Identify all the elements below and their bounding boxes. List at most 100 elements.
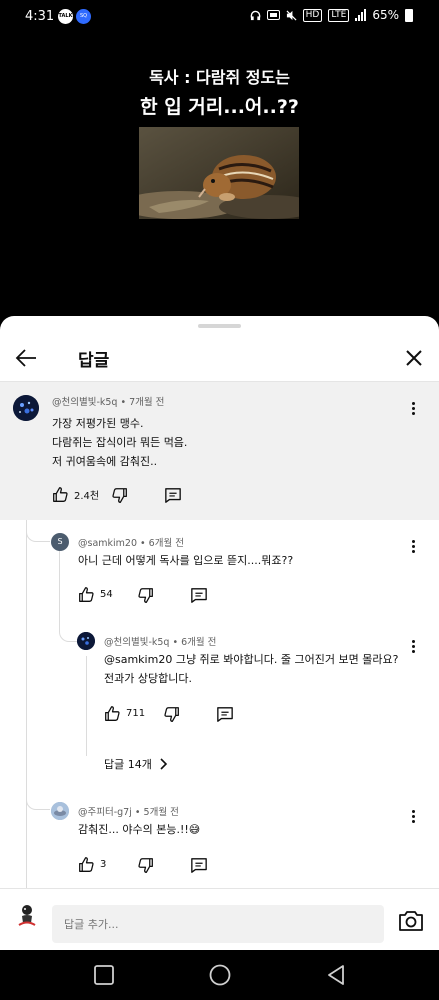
reply-button[interactable] xyxy=(190,855,208,875)
avatar[interactable] xyxy=(51,802,69,820)
comment-time: 5개월 전 xyxy=(143,807,179,818)
back-triangle-icon xyxy=(328,965,344,985)
thread-connector xyxy=(26,786,50,810)
like-count: 54 xyxy=(100,588,113,600)
user-avatar[interactable] xyxy=(14,903,40,929)
comment-icon xyxy=(165,487,181,503)
comment-line: 아니 근데 어떻게 독사를 입으로 뜯지....뭐죠?? xyxy=(78,554,294,567)
comment-text: 가장 저평가된 맹수. 다람쥐는 잡식이라 뭐든 먹음. 저 귀여움속에 감춰진… xyxy=(52,414,187,471)
avatar[interactable] xyxy=(13,395,39,421)
home-button[interactable] xyxy=(208,963,232,987)
like-button[interactable]: 3 xyxy=(78,854,106,874)
comment-time: 7개월 전 xyxy=(129,397,165,408)
reply-button[interactable] xyxy=(164,485,182,505)
wifi-calling-icon xyxy=(266,10,280,20)
close-icon xyxy=(406,350,422,366)
comment-author[interactable]: @samkim20 xyxy=(78,538,137,549)
comment-icon xyxy=(191,857,207,873)
comment-meta: @samkim20 • 6개월 전 xyxy=(78,538,184,549)
thread-connector xyxy=(59,622,77,642)
hd-voice-icon: HD xyxy=(302,8,323,22)
back-nav-button[interactable] xyxy=(324,963,348,987)
thumbs-down-icon xyxy=(138,587,153,603)
comment-author[interactable]: @천의별빛-k5q xyxy=(104,637,169,648)
comment-line: 전과가 상당합니다. xyxy=(104,672,192,685)
thumbs-down-icon xyxy=(138,857,153,873)
dislike-button[interactable] xyxy=(163,704,180,724)
recent-apps-icon xyxy=(94,965,114,985)
thread-line xyxy=(59,550,60,632)
show-more-replies-button[interactable]: 답글 14개 xyxy=(104,756,168,772)
thumbs-up-icon xyxy=(105,705,120,721)
recent-apps-button[interactable] xyxy=(92,963,116,987)
reply-button[interactable] xyxy=(190,585,208,605)
like-button[interactable]: 711 xyxy=(104,703,145,723)
more-options-button[interactable] xyxy=(408,636,418,656)
avatar[interactable] xyxy=(77,632,95,650)
comment-author[interactable]: @주피터-g7j xyxy=(78,807,132,818)
dislike-button[interactable] xyxy=(137,585,154,605)
comment-icon xyxy=(217,706,233,722)
arrow-left-icon xyxy=(15,349,36,367)
comment-text: @samkim20 그냥 쥐로 봐야합니다. 줄 그어진거 보면 몰라요? 전과… xyxy=(104,650,398,688)
thumbs-down-icon xyxy=(112,487,127,503)
comment-text: 아니 근데 어떻게 독사를 입으로 뜯지....뭐죠?? xyxy=(78,551,293,570)
dislike-button[interactable] xyxy=(137,855,154,875)
thread-line xyxy=(26,520,27,918)
thumbs-up-icon xyxy=(79,856,94,872)
battery-percent: 65% xyxy=(372,8,399,22)
comment-line: 다람쥐는 잡식이라 뭐든 먹음. xyxy=(52,436,188,449)
reply-composer xyxy=(0,888,439,950)
mute-icon xyxy=(286,9,297,21)
thread-line xyxy=(86,656,87,756)
like-count: 3 xyxy=(100,858,107,870)
comment-line: 감춰진... 야수의 본능.!!😅 xyxy=(78,823,201,836)
parent-comment: @천의별빛-k5q • 7개월 전 가장 저평가된 맹수. 다람쥐는 잡식이라 … xyxy=(0,382,439,520)
thumbs-up-icon xyxy=(79,586,94,602)
chevron-right-icon xyxy=(160,758,167,770)
dislike-button[interactable] xyxy=(111,485,128,505)
home-icon xyxy=(209,964,231,986)
camera-icon xyxy=(399,911,423,931)
comment-meta: @천의별빛-k5q • 6개월 전 xyxy=(104,637,217,648)
video-caption-line1: 독사 : 다람쥐 정도는 xyxy=(149,68,290,87)
more-options-button[interactable] xyxy=(408,536,418,556)
more-replies-label: 답글 14개 xyxy=(104,758,152,771)
lte-icon: LTE xyxy=(328,8,350,22)
close-button[interactable] xyxy=(401,345,427,371)
comment-text: 감춰진... 야수의 본능.!!😅 xyxy=(78,820,200,839)
like-count: 2.4천 xyxy=(74,490,100,502)
status-bar: 4:31 TALK SQ HD LTE 65% xyxy=(0,0,439,34)
comment-line: 저 귀여움속에 감춰진.. xyxy=(52,455,158,468)
comment-line: 가장 저평가된 맹수. xyxy=(52,417,144,430)
thumbs-up-icon xyxy=(53,486,68,502)
headphones-icon xyxy=(250,10,260,20)
more-options-button[interactable] xyxy=(408,806,418,826)
comment-line: @samkim20 그냥 쥐로 봐야합니다. 줄 그어진거 보면 몰라요? xyxy=(104,653,399,666)
comment-icon xyxy=(191,587,207,603)
comment-author[interactable]: @천의별빛-k5q xyxy=(52,397,117,408)
thumbs-down-icon xyxy=(164,706,179,722)
status-time: 4:31 xyxy=(25,9,55,24)
like-button[interactable]: 2.4천 xyxy=(52,484,99,504)
status-icons: HD LTE 65% xyxy=(250,8,413,22)
avatar[interactable]: S xyxy=(51,533,69,551)
camera-button[interactable] xyxy=(398,909,424,933)
comment-meta: @천의별빛-k5q • 7개월 전 xyxy=(52,397,165,408)
like-button[interactable]: 54 xyxy=(78,584,113,604)
chipmunk-video-frame xyxy=(139,127,299,219)
comment-time: 6개월 전 xyxy=(181,637,217,648)
back-button[interactable] xyxy=(14,345,40,371)
sheet-drag-handle[interactable] xyxy=(198,324,241,328)
comment-time: 6개월 전 xyxy=(148,538,184,549)
kakaotalk-notification-icon: TALK xyxy=(58,9,73,24)
more-options-button[interactable] xyxy=(408,398,418,418)
sheet-title: 답글 xyxy=(78,351,110,371)
reply-button[interactable] xyxy=(216,704,234,724)
battery-icon xyxy=(405,8,413,22)
replies-sheet: 답글 @천의별빛-k5q • 7개월 전 가장 저평가된 맹수. 다람쥐는 잡식… xyxy=(0,316,439,950)
reply-input[interactable] xyxy=(52,905,384,943)
signal-icon xyxy=(355,9,367,21)
video-player[interactable]: 독사 : 다람쥐 정도는 한 입 거리...어..?? xyxy=(0,34,439,319)
like-count: 711 xyxy=(126,707,146,719)
